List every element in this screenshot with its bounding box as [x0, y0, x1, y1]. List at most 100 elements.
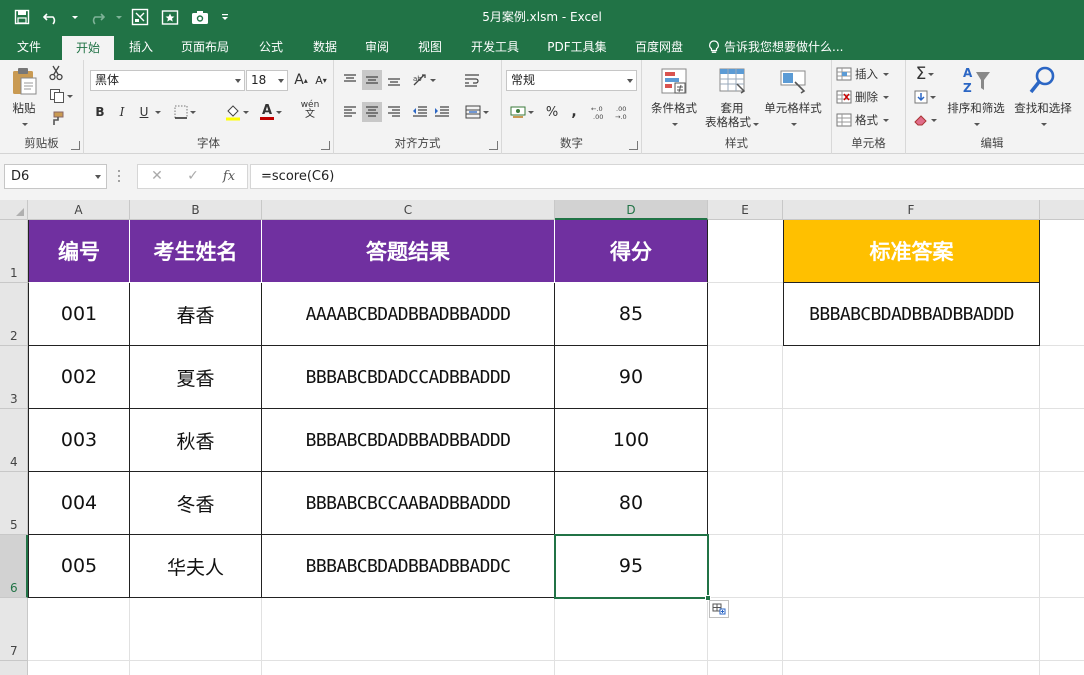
tab-home[interactable]: 开始: [62, 36, 114, 60]
tab-insert[interactable]: 插入: [118, 34, 164, 60]
format-painter-icon[interactable]: [46, 109, 66, 129]
align-left-icon[interactable]: [340, 102, 360, 122]
save-icon[interactable]: [10, 5, 34, 29]
format-as-table-button[interactable]: 套用 表格格式: [702, 66, 762, 129]
column-header-a[interactable]: A: [28, 200, 130, 220]
tell-me-search[interactable]: 告诉我您想要做什么...: [708, 34, 858, 60]
decrease-indent-icon[interactable]: [410, 102, 430, 122]
insert-cells-button[interactable]: 插入: [836, 64, 889, 84]
column-header-d[interactable]: D: [555, 200, 708, 220]
cell-answers[interactable]: BBBABCBDADCCADBBADDD: [262, 346, 555, 409]
tab-formulas[interactable]: 公式: [248, 34, 294, 60]
merge-center-icon[interactable]: [462, 102, 492, 122]
cell-answers[interactable]: BBBABCBDADBBADBBADDD: [262, 409, 555, 472]
font-launcher-icon[interactable]: [321, 141, 330, 150]
align-right-icon[interactable]: [384, 102, 404, 122]
cell-score[interactable]: 90: [555, 346, 708, 409]
find-select-button[interactable]: 查找和选择: [1010, 64, 1076, 129]
cell-name[interactable]: 秋香: [130, 409, 262, 472]
header-cell-id[interactable]: 编号: [28, 220, 130, 283]
fill-color-button[interactable]: [222, 102, 252, 122]
delete-cells-button[interactable]: 删除: [836, 87, 889, 107]
column-header-e[interactable]: E: [708, 200, 783, 220]
phonetic-button[interactable]: wén 文: [297, 100, 323, 120]
underline-button[interactable]: U: [134, 102, 154, 122]
increase-indent-icon[interactable]: [432, 102, 452, 122]
tab-baidu-netdisk[interactable]: 百度网盘: [626, 34, 692, 60]
tab-pdf-tools[interactable]: PDF工具集: [540, 34, 614, 60]
cell-id[interactable]: 005: [28, 535, 130, 598]
form-icon[interactable]: [128, 5, 152, 29]
insert-function-button[interactable]: fx: [214, 165, 244, 188]
orientation-icon[interactable]: ab: [410, 70, 438, 90]
cell-id[interactable]: 004: [28, 472, 130, 535]
header-cell-name[interactable]: 考生姓名: [130, 220, 262, 283]
cell-score[interactable]: 95: [555, 535, 708, 598]
row-header-5[interactable]: 5: [0, 472, 28, 535]
grow-font-button[interactable]: A ▴: [291, 70, 311, 90]
redo-icon[interactable]: [84, 5, 108, 29]
column-header-g[interactable]: [1040, 200, 1084, 220]
number-format-combo[interactable]: 常规: [506, 70, 637, 91]
undo-dropdown-icon[interactable]: [70, 5, 78, 29]
row-header-8[interactable]: [0, 661, 28, 675]
row-header-2[interactable]: 2: [0, 283, 28, 346]
sort-filter-button[interactable]: AZ 排序和筛选: [944, 64, 1008, 129]
undo-icon[interactable]: [40, 5, 64, 29]
shrink-font-button[interactable]: A ▾: [311, 70, 331, 90]
redo-dropdown-icon[interactable]: [114, 5, 122, 29]
name-box[interactable]: D6: [4, 164, 107, 189]
percent-button[interactable]: %: [542, 102, 562, 122]
cell-name[interactable]: 春香: [130, 283, 262, 346]
cell-score[interactable]: 80: [555, 472, 708, 535]
conditional-formatting-button[interactable]: 条件格式: [646, 66, 702, 129]
header-cell-score[interactable]: 得分: [555, 220, 708, 283]
underline-dropdown-icon[interactable]: [152, 102, 162, 122]
increase-decimal-icon[interactable]: ←.0.00: [590, 102, 612, 122]
copy-icon[interactable]: [46, 86, 76, 106]
tab-review[interactable]: 审阅: [354, 34, 400, 60]
cell-id[interactable]: 001: [28, 283, 130, 346]
cell-score[interactable]: 85: [555, 283, 708, 346]
cell-id[interactable]: 002: [28, 346, 130, 409]
tab-view[interactable]: 视图: [407, 34, 453, 60]
cell-name[interactable]: 冬香: [130, 472, 262, 535]
formula-input[interactable]: =score(C6): [250, 164, 1084, 189]
cancel-entry-button[interactable]: ✕: [142, 165, 172, 188]
tab-file[interactable]: 文件: [6, 34, 52, 60]
row-header-6[interactable]: 6: [0, 535, 28, 598]
italic-button[interactable]: I: [112, 102, 132, 122]
quick-analysis-button[interactable]: [709, 600, 729, 618]
customize-qat-icon[interactable]: [218, 5, 232, 29]
resize-handle-icon[interactable]: [117, 168, 121, 184]
autosum-icon[interactable]: Σ: [910, 64, 940, 84]
cell-styles-button[interactable]: 单元格样式: [760, 66, 826, 129]
camera-icon[interactable]: [188, 5, 212, 29]
row-header-1[interactable]: 1: [0, 220, 28, 283]
column-header-b[interactable]: B: [130, 200, 262, 220]
select-all-button[interactable]: [0, 200, 28, 220]
bold-button[interactable]: B: [90, 102, 110, 122]
cell-score[interactable]: 100: [555, 409, 708, 472]
align-middle-icon[interactable]: [362, 70, 382, 90]
align-center-icon[interactable]: [362, 102, 382, 122]
row-header-7[interactable]: 7: [0, 598, 28, 661]
font-color-button[interactable]: A: [256, 102, 286, 122]
clear-icon[interactable]: [910, 110, 940, 130]
cell-id[interactable]: 003: [28, 409, 130, 472]
number-launcher-icon[interactable]: [629, 141, 638, 150]
row-header-4[interactable]: 4: [0, 409, 28, 472]
tab-developer[interactable]: 开发工具: [462, 34, 528, 60]
alignment-launcher-icon[interactable]: [489, 141, 498, 150]
paste-button[interactable]: 粘贴: [6, 66, 42, 129]
cell-name[interactable]: 夏香: [130, 346, 262, 409]
star-doc-icon[interactable]: [158, 5, 182, 29]
tab-data[interactable]: 数据: [302, 34, 348, 60]
cell-answers[interactable]: AAAABCBDADBBADBBADDD: [262, 283, 555, 346]
header-cell-answers[interactable]: 答题结果: [262, 220, 555, 283]
cut-icon[interactable]: [46, 63, 66, 83]
confirm-entry-button[interactable]: ✓: [178, 165, 208, 188]
cell-name[interactable]: 华夫人: [130, 535, 262, 598]
font-name-combo[interactable]: 黑体: [90, 70, 245, 91]
row-header-3[interactable]: 3: [0, 346, 28, 409]
